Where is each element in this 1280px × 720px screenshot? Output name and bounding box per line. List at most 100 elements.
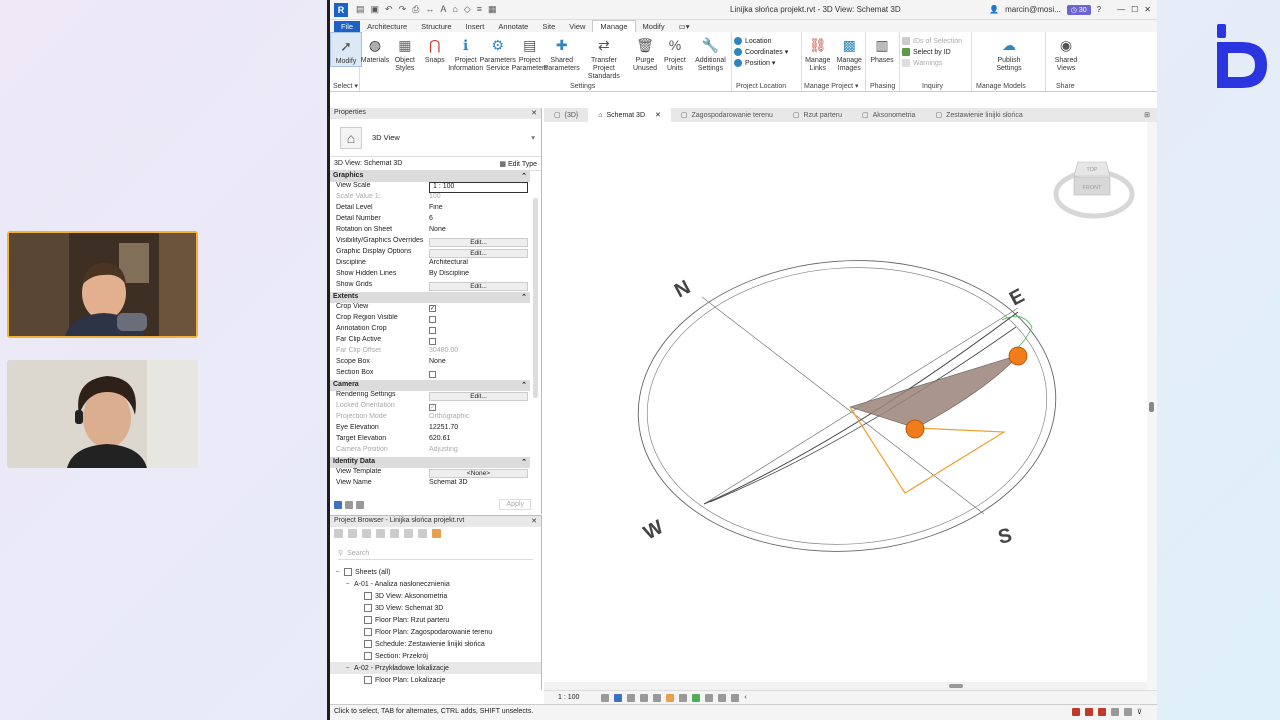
- group-graphics[interactable]: Graphics ⌃: [330, 171, 530, 182]
- view-tab[interactable]: ▢ {3D}: [544, 108, 588, 122]
- drag-elements-icon[interactable]: [1123, 708, 1132, 716]
- collapse-icon[interactable]: ⌃: [521, 172, 527, 181]
- coordinates-button[interactable]: Coordinates ▾: [734, 48, 799, 56]
- project-parameters-button[interactable]: ▤ Project Parameters: [512, 32, 548, 91]
- select-links-icon[interactable]: [1071, 708, 1080, 716]
- property-value[interactable]: [426, 314, 530, 325]
- browser-item[interactable]: − A-02 - Przykładowe lokalizacje: [330, 662, 541, 674]
- shared-views-button[interactable]: ◉ Shared Views: [1046, 32, 1086, 73]
- ribbon-tab-insert[interactable]: Insert: [459, 21, 492, 32]
- open-icon[interactable]: ▤: [356, 4, 365, 15]
- browser-tool-1-icon[interactable]: [334, 529, 343, 538]
- publish-settings-button[interactable]: ☁ Publish Settings: [972, 32, 1046, 73]
- phases-button[interactable]: ▥ Phases: [866, 32, 898, 65]
- property-value[interactable]: [426, 325, 530, 336]
- properties-close-icon[interactable]: ✕: [531, 109, 537, 118]
- expand-toggle-icon[interactable]: −: [344, 581, 351, 588]
- parameters-service-button[interactable]: ⚙ Parameters Service: [480, 32, 516, 91]
- browser-search[interactable]: ⚲ Search: [338, 547, 533, 560]
- browser-tool-8-icon[interactable]: [432, 529, 441, 538]
- filter-icon[interactable]: ⊽: [1137, 708, 1142, 716]
- revit-app-icon[interactable]: R: [334, 2, 348, 17]
- close-icon[interactable]: ✕: [1144, 5, 1151, 14]
- temporary-hide-icon[interactable]: [692, 693, 701, 702]
- undo-icon[interactable]: ↶: [385, 4, 393, 15]
- checkbox[interactable]: ✓: [429, 305, 436, 312]
- viewcube[interactable]: TOP FRONT: [1053, 161, 1135, 219]
- browser-item[interactable]: Floor Plan: Zagospodarowanie terenu: [330, 626, 541, 638]
- detail-level-icon[interactable]: [601, 693, 610, 702]
- browser-tool-5-icon[interactable]: [390, 529, 399, 538]
- type-selector[interactable]: ⌂ 3D View ▾: [330, 119, 541, 157]
- browser-item[interactable]: Schedule: Zestawienie linijki słońca: [330, 638, 541, 650]
- property-value[interactable]: 12251.70: [426, 424, 530, 435]
- project-browser-close-icon[interactable]: ✕: [531, 517, 537, 526]
- type-dropdown-icon[interactable]: ▾: [531, 133, 535, 142]
- browser-tool-2-icon[interactable]: [348, 529, 357, 538]
- horizontal-scroll-thumb[interactable]: [949, 684, 963, 688]
- redo-icon[interactable]: ↷: [399, 4, 407, 15]
- select-pinned-icon[interactable]: [1097, 708, 1106, 716]
- project-information-button[interactable]: ℹ Project Information: [448, 32, 483, 91]
- additional-settings-button[interactable]: 🔧 Additional Settings: [690, 32, 731, 91]
- property-value[interactable]: [426, 369, 530, 380]
- checkbox[interactable]: [429, 338, 436, 345]
- section-icon[interactable]: ◇: [464, 4, 471, 15]
- trial-badge[interactable]: ◷ 30: [1066, 4, 1091, 15]
- browser-tool-3-icon[interactable]: [362, 529, 371, 538]
- 3d-view-canvas[interactable]: TOP FRONT N E S W: [544, 122, 1150, 690]
- sort-desc-icon[interactable]: [356, 501, 364, 509]
- property-value[interactable]: Edit...: [429, 249, 528, 258]
- sun-marker-2[interactable]: [905, 419, 925, 439]
- sun-path-icon[interactable]: [627, 693, 636, 702]
- property-value[interactable]: 620.61: [426, 435, 530, 446]
- ribbon-tab-manage[interactable]: Manage: [592, 20, 636, 32]
- print-icon[interactable]: ⎙: [412, 4, 419, 15]
- browser-tool-6-icon[interactable]: [404, 529, 413, 538]
- browser-item[interactable]: 3D View: Aksonometria: [330, 590, 541, 602]
- edit-type-button[interactable]: ▦ Edit Type: [499, 160, 537, 168]
- browser-item[interactable]: 3D View: Schemat 3D: [330, 602, 541, 614]
- collapse-icon[interactable]: ⌃: [521, 458, 527, 467]
- ribbon-tab-file[interactable]: File: [334, 21, 361, 32]
- property-value[interactable]: Edit...: [429, 392, 528, 401]
- view-tab[interactable]: ▢ Aksonometria: [852, 108, 925, 122]
- canvas-vertical-scrollbar[interactable]: [1147, 122, 1157, 690]
- user-name[interactable]: marcin@mosi...: [1005, 5, 1061, 14]
- property-value[interactable]: Edit...: [429, 238, 528, 247]
- collapse-icon[interactable]: ⌃: [521, 381, 527, 390]
- browser-item[interactable]: Section: Przekrój: [330, 650, 541, 662]
- categorize-icon[interactable]: [334, 501, 342, 509]
- property-value[interactable]: <None>: [429, 469, 528, 478]
- property-value[interactable]: Edit...: [429, 282, 528, 291]
- crop-view-icon[interactable]: [653, 693, 662, 702]
- property-value[interactable]: None: [426, 226, 530, 237]
- select-panel-label[interactable]: Select ▾: [333, 82, 358, 90]
- checkbox[interactable]: [429, 371, 436, 378]
- switch-windows-icon[interactable]: ▦: [488, 4, 497, 15]
- property-value[interactable]: Architectural: [426, 259, 530, 270]
- browser-item[interactable]: − A-01 - Analiza nasłonecznienia: [330, 578, 541, 590]
- minimize-icon[interactable]: —: [1117, 5, 1125, 14]
- object-styles-button[interactable]: ▦ Object Styles: [390, 32, 420, 91]
- purge-unused-button[interactable]: 🗑 Purge Unused: [630, 32, 660, 91]
- sun-marker-1[interactable]: [1008, 346, 1028, 366]
- maximize-icon[interactable]: ☐: [1131, 5, 1138, 14]
- tab-menu-icon[interactable]: ⊞: [1134, 108, 1157, 122]
- sort-asc-icon[interactable]: [345, 501, 353, 509]
- ribbon-tab-annotate[interactable]: Annotate: [491, 21, 535, 32]
- show-crop-icon[interactable]: [666, 693, 675, 702]
- unlocked-view-icon[interactable]: [679, 693, 688, 702]
- property-value[interactable]: 6: [426, 215, 530, 226]
- collapse-icon[interactable]: ⌃: [521, 293, 527, 302]
- checkbox[interactable]: [429, 316, 436, 323]
- property-value[interactable]: Schemat 3D: [426, 479, 530, 490]
- view-tab[interactable]: ⌂ Schemat 3D ✕: [588, 108, 671, 122]
- home-3d-icon[interactable]: ⌂: [452, 4, 457, 15]
- property-value[interactable]: 1 : 100: [429, 182, 528, 193]
- close-tab-icon[interactable]: ✕: [655, 111, 661, 119]
- ribbon-tab-site[interactable]: Site: [535, 21, 562, 32]
- analytical-model-icon[interactable]: [718, 693, 727, 702]
- select-underlay-icon[interactable]: [1084, 708, 1093, 716]
- measure-icon[interactable]: ↔: [425, 4, 434, 15]
